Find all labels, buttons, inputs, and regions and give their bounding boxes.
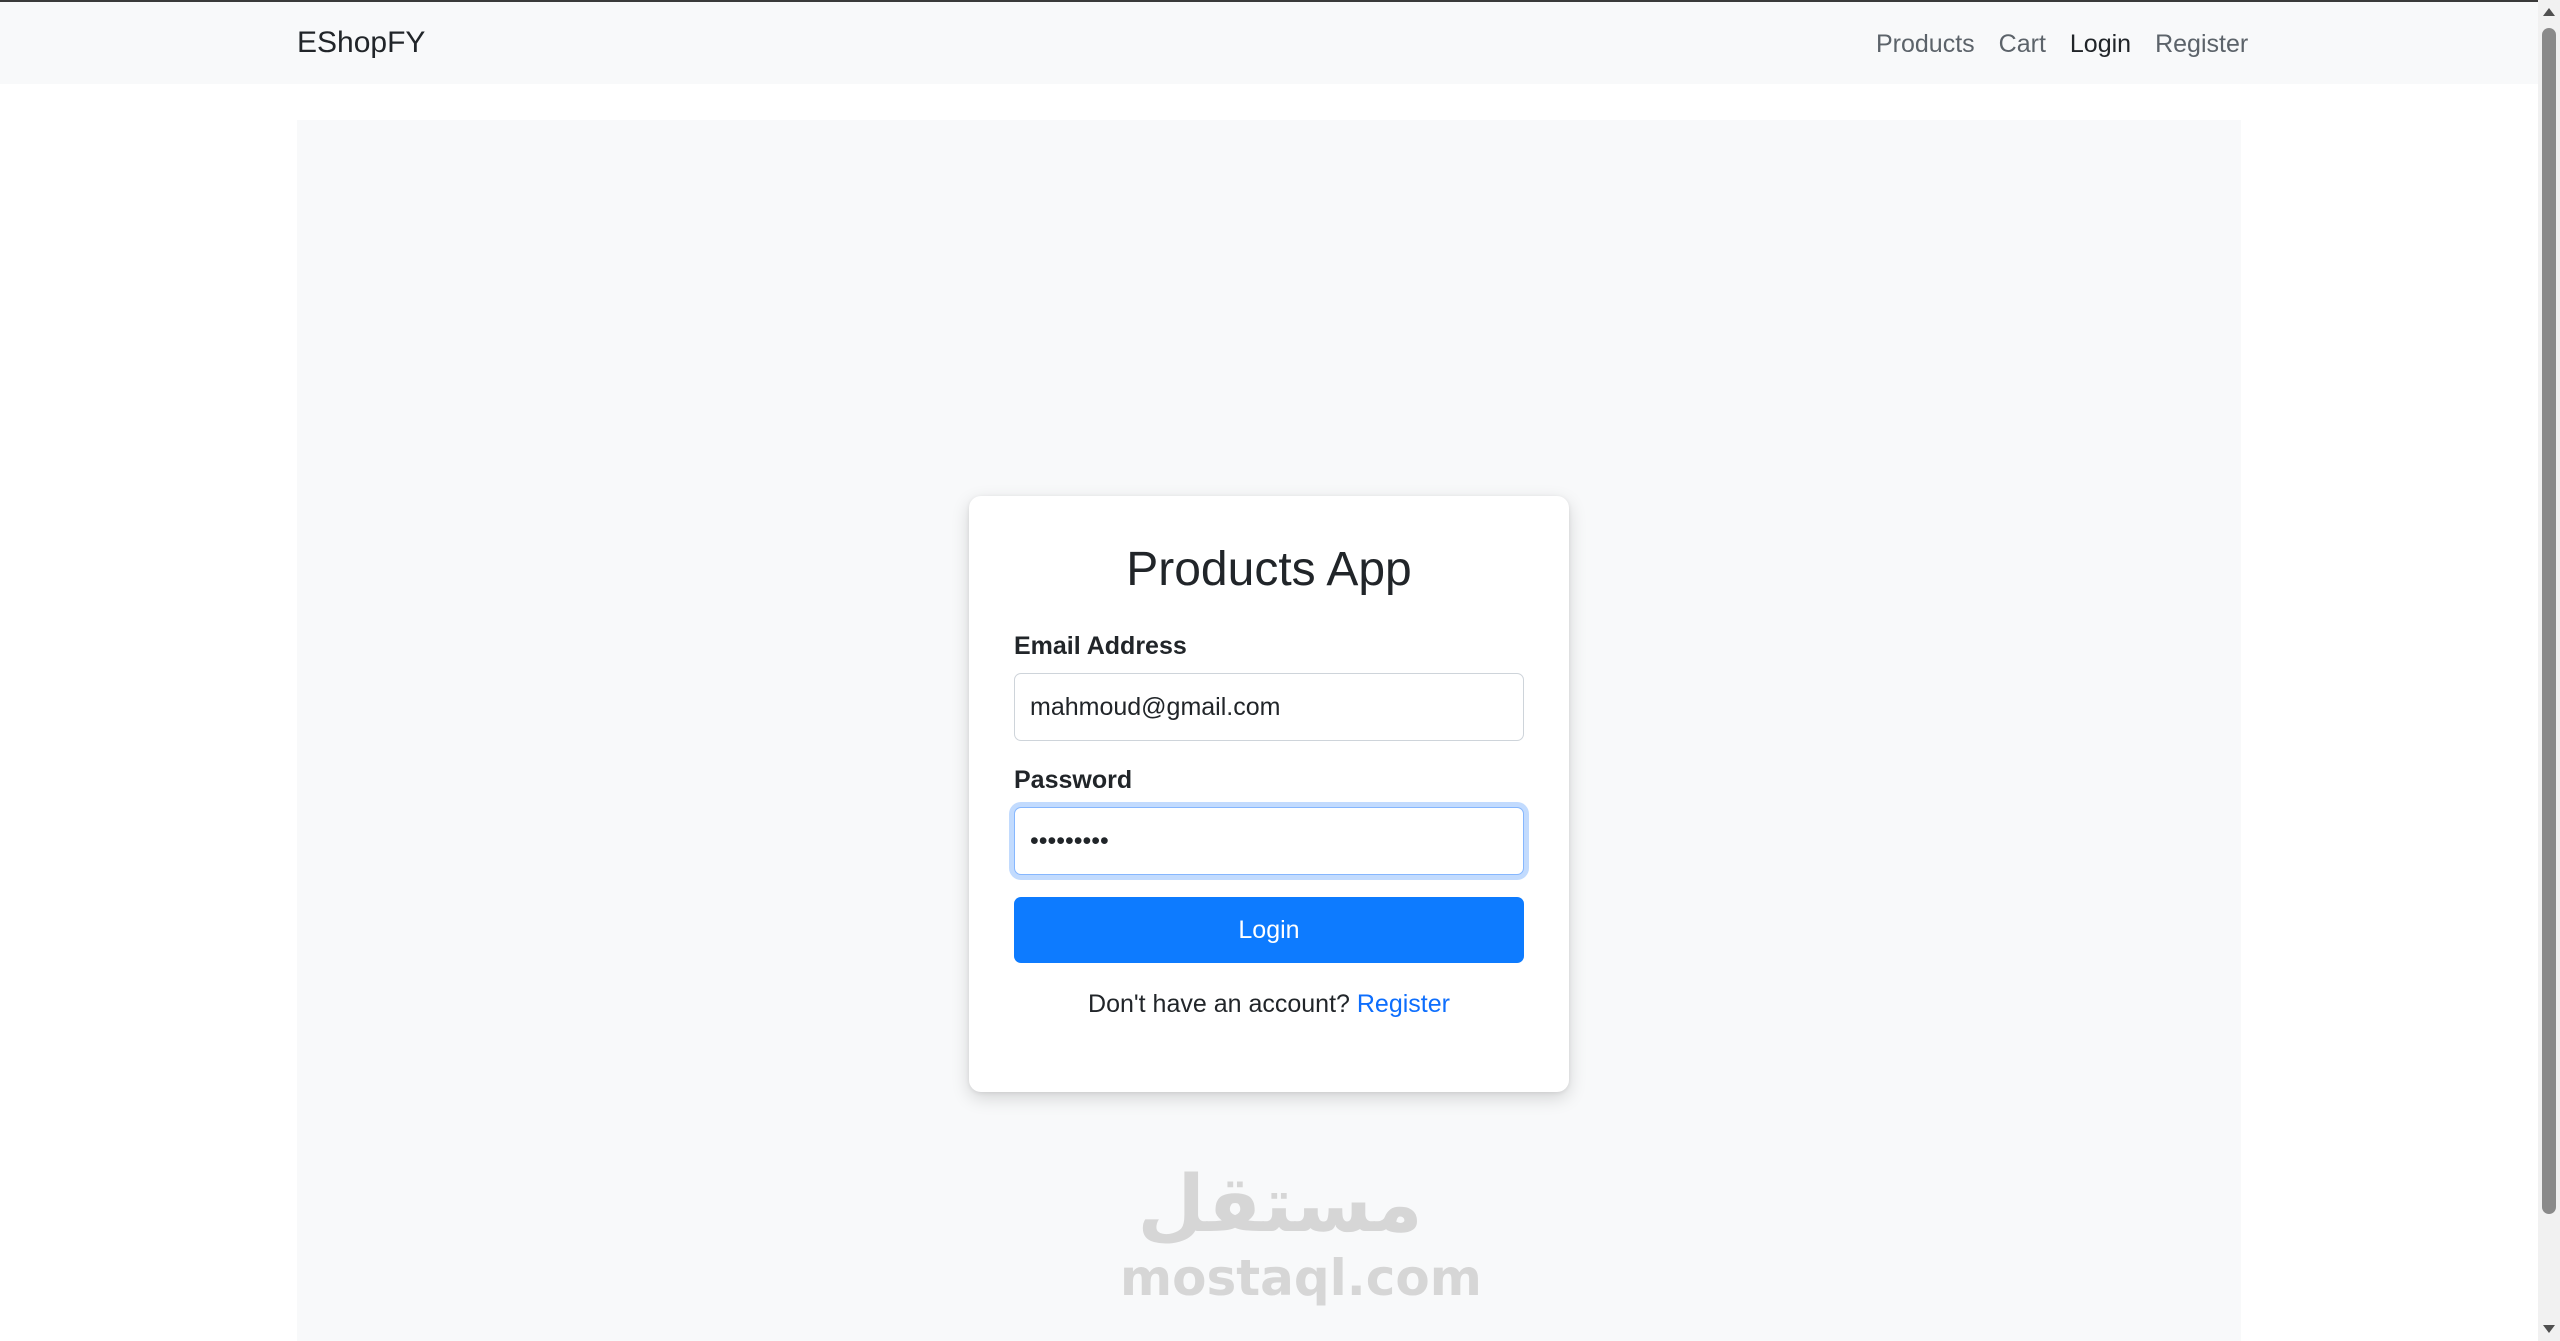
login-title: Products App (1126, 543, 1412, 596)
mostaql-watermark: مستقل mostaql.com (1120, 1160, 1482, 1307)
scroll-up-icon[interactable] (2543, 8, 2555, 16)
watermark-arabic: مستقل (1137, 1160, 1423, 1250)
nav-link-login[interactable]: Login (2070, 30, 2131, 59)
scroll-down-icon[interactable] (2543, 1325, 2555, 1333)
register-prompt-text: Don't have an account? (1088, 990, 1350, 1018)
register-link[interactable]: Register (1357, 990, 1450, 1018)
login-button[interactable]: Login (1014, 897, 1524, 963)
watermark-latin: mostaql.com (1120, 1249, 1482, 1307)
password-label: Password (1014, 766, 1133, 794)
nav-links: Products Cart Login Register (1876, 30, 2272, 59)
scroll-thumb[interactable] (2542, 28, 2556, 1214)
nav-link-products[interactable]: Products (1876, 30, 1975, 59)
navbar: EShopFY Products Cart Login Register (0, 2, 2538, 84)
register-prompt: Don't have an account? Register (969, 990, 1569, 1019)
nav-link-register[interactable]: Register (2155, 30, 2248, 59)
vertical-scrollbar[interactable] (2538, 0, 2560, 1341)
email-label: Email Address (1014, 632, 1187, 660)
login-card: Products App Email Address Password Logi… (969, 496, 1569, 1092)
nav-link-cart[interactable]: Cart (1999, 30, 2046, 59)
password-input[interactable] (1014, 807, 1524, 875)
brand-logo[interactable]: EShopFY (297, 26, 425, 60)
email-input[interactable] (1014, 673, 1524, 741)
